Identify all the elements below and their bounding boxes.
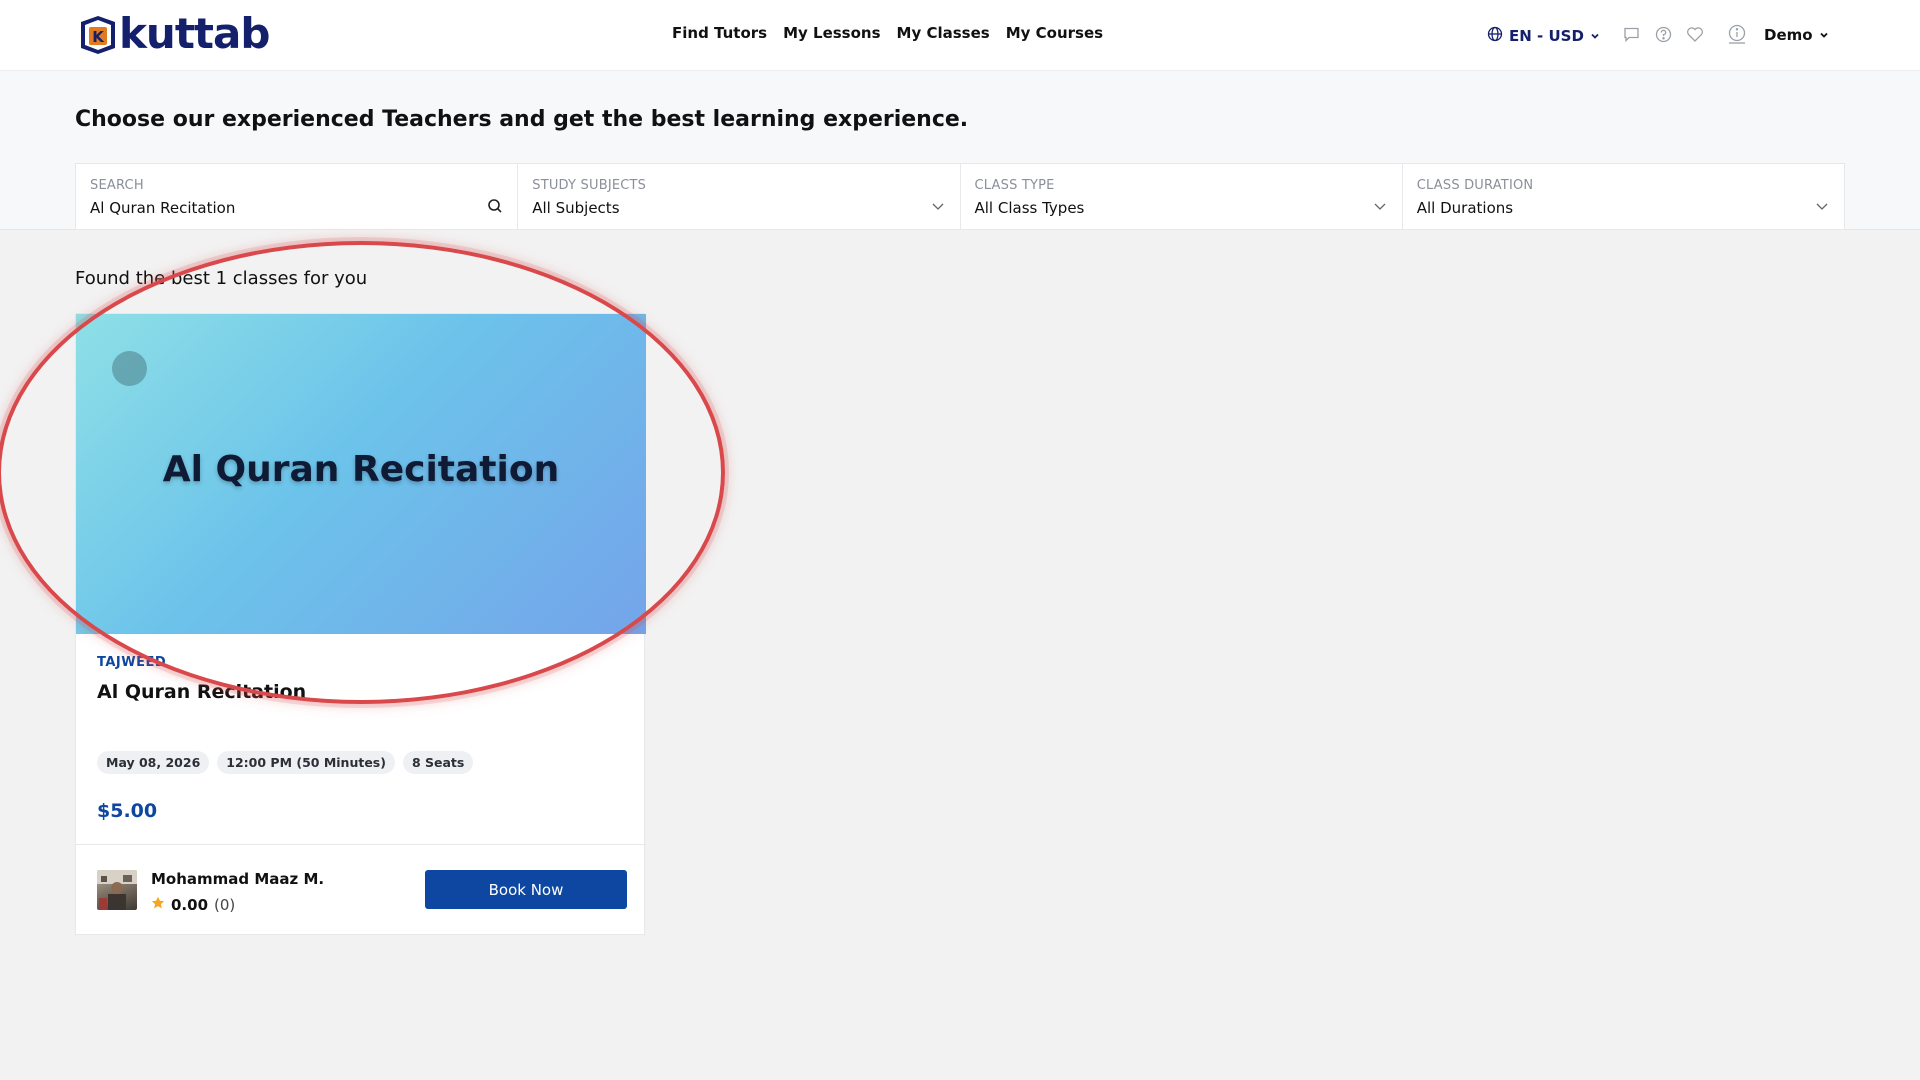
chevron-down-icon [1590, 27, 1600, 45]
date-chip: May 08, 2026 [97, 751, 210, 774]
svg-text:K: K [92, 28, 105, 46]
user-name: Demo [1764, 26, 1813, 44]
heart-icon[interactable] [1686, 25, 1704, 43]
duration-label: CLASS DURATION [1416, 178, 1534, 193]
class-type-filter[interactable]: CLASS TYPE All Class Types [961, 164, 1403, 229]
class-category: TAJWEED [97, 655, 167, 670]
results-summary: Found the best 1 classes for you [75, 268, 368, 289]
thumbnail-badge-dot [112, 351, 147, 386]
star-icon [151, 896, 165, 914]
filter-bar: SEARCH Al Quran Recitation STUDY SUBJECT… [75, 163, 1845, 230]
time-chip: 12:00 PM (50 Minutes) [217, 751, 395, 774]
subjects-label: STUDY SUBJECTS [532, 178, 647, 193]
class-type-select[interactable]: All Class Types [975, 199, 1388, 217]
class-meta-chips: May 08, 2026 12:00 PM (50 Minutes) 8 Sea… [97, 751, 474, 774]
logo-text: kuttab [119, 9, 270, 58]
top-navbar: K kuttab Find Tutors My Lessons My Class… [0, 0, 1920, 71]
search-filter[interactable]: SEARCH Al Quran Recitation [76, 164, 519, 229]
thumbnail-title: Al Quran Recitation [162, 449, 560, 490]
main-nav: Find Tutors My Lessons My Classes My Cou… [672, 24, 1103, 42]
page-headline: Choose our experienced Teachers and get … [75, 107, 969, 132]
rating-count: (0) [214, 896, 236, 914]
user-menu[interactable]: Demo [1764, 26, 1829, 44]
nav-find-tutors[interactable]: Find Tutors [672, 24, 767, 42]
nav-my-lessons[interactable]: My Lessons [783, 24, 880, 42]
chevron-down-icon [1372, 198, 1388, 214]
search-input[interactable]: Al Quran Recitation [90, 199, 503, 217]
class-thumbnail[interactable]: Al Quran Recitation [76, 314, 646, 634]
globe-icon [1487, 26, 1503, 46]
language-currency-selector[interactable]: EN - USD [1487, 26, 1600, 46]
class-title[interactable]: Al Quran Recitation [97, 681, 306, 703]
info-icon[interactable] [1728, 24, 1746, 44]
card-divider [76, 844, 646, 845]
search-label: SEARCH [90, 178, 144, 193]
tutor-avatar[interactable] [97, 870, 137, 910]
book-now-button[interactable]: Book Now [425, 870, 627, 909]
tutor-name[interactable]: Mohammad Maaz M. [151, 870, 324, 888]
seats-chip: 8 Seats [402, 751, 474, 774]
language-label: EN - USD [1509, 27, 1584, 45]
tutor-rating: 0.00 (0) [151, 896, 235, 914]
chevron-down-icon [930, 198, 946, 214]
duration-filter[interactable]: CLASS DURATION All Durations [1403, 164, 1844, 229]
nav-my-courses[interactable]: My Courses [1006, 24, 1103, 42]
nav-my-classes[interactable]: My Classes [897, 24, 990, 42]
chevron-down-icon [1814, 198, 1830, 214]
duration-select[interactable]: All Durations [1417, 199, 1830, 217]
subjects-filter[interactable]: STUDY SUBJECTS All Subjects [518, 164, 961, 229]
kuttab-logo[interactable]: K kuttab [77, 9, 270, 58]
help-icon[interactable] [1654, 25, 1672, 43]
class-type-label: CLASS TYPE [974, 178, 1055, 193]
chevron-down-icon [1819, 26, 1829, 44]
class-price: $5.00 [97, 800, 158, 822]
chat-icon[interactable] [1622, 25, 1640, 43]
search-icon[interactable] [487, 198, 503, 214]
header-icons [1622, 24, 1746, 44]
subjects-select[interactable]: All Subjects [532, 199, 945, 217]
logo-mark: K [77, 12, 119, 56]
class-card[interactable]: Al Quran Recitation TAJWEED Al Quran Rec… [75, 313, 646, 935]
rating-score: 0.00 [171, 896, 209, 914]
